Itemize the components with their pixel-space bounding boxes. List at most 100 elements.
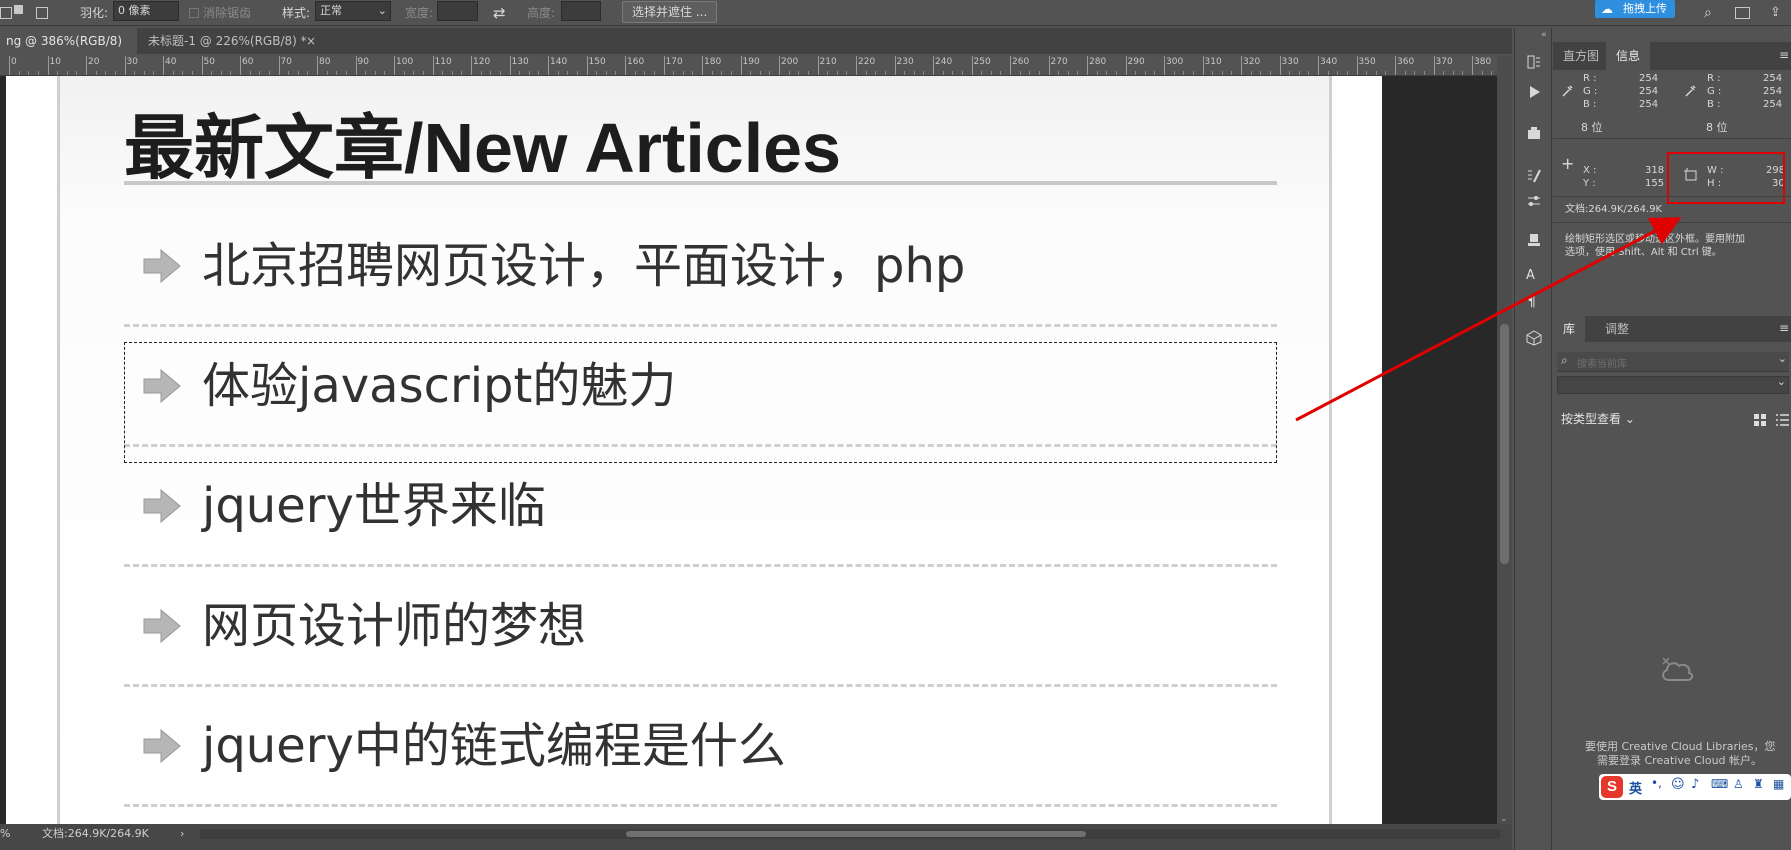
list-item: 北京招聘网页设计，平面设计，php — [124, 206, 1277, 327]
zoom-readout[interactable]: % — [0, 827, 10, 841]
arrow-bullet-icon — [143, 489, 181, 523]
new-selection-icon[interactable] — [0, 7, 12, 19]
cube-icon[interactable] — [1526, 330, 1542, 346]
ruler-tick — [856, 56, 857, 75]
horizontal-ruler: 0 10 20 30 40 50 60 70 80 90 100 110 120 130 140 150 160… — [0, 56, 1500, 76]
bit-depth-label: 8 位 — [1706, 121, 1728, 134]
ruler-tick-label: 70 — [280, 57, 292, 67]
keyboard-icon[interactable]: ⌨ — [1711, 777, 1728, 791]
page-title: 最新文章/New Articles — [124, 109, 842, 187]
workspace-icon[interactable] — [1735, 7, 1750, 19]
width-input[interactable] — [437, 1, 478, 21]
ruler-tick — [817, 56, 819, 75]
tab-info[interactable]: 信息 — [1606, 42, 1651, 70]
clone-source-icon[interactable] — [1526, 232, 1542, 248]
search-placeholder: 搜索当前库 — [1577, 359, 1627, 370]
character-icon[interactable]: A — [1526, 268, 1535, 283]
sogou-logo-icon[interactable]: S — [1601, 776, 1623, 798]
select-and-mask-button[interactable]: 选择并遮住 ... — [622, 1, 718, 23]
style-select[interactable]: 正常 ⌄ — [315, 1, 391, 21]
right-panel: 直方图 信息 ≡ R : G : B : 254 254 254 8 位 R :… — [1553, 28, 1791, 850]
style-label: 样式: — [282, 6, 311, 20]
tab-document-1[interactable]: ng @ 386%(RGB/8) * × — [0, 28, 137, 74]
add-selection-icon[interactable] — [14, 5, 23, 14]
ruler-tick-label: 310 — [1204, 57, 1222, 67]
info-b-value: 254 — [1763, 99, 1783, 110]
tab-adjustments[interactable]: 调整 — [1595, 316, 1639, 342]
intersect-selection-icon[interactable] — [36, 7, 48, 19]
user-icon[interactable]: ♙ — [1733, 777, 1744, 791]
toolbox-icon[interactable]: ▦ — [1773, 777, 1784, 791]
skin-icon[interactable]: ♜ — [1753, 777, 1764, 791]
ime-language-label[interactable]: 英 — [1629, 778, 1642, 797]
scroll-thumb[interactable] — [626, 831, 1086, 837]
chevron-down-icon[interactable]: ⌄ — [1778, 352, 1787, 365]
ruler-tick — [971, 56, 973, 75]
panel-menu-icon[interactable]: ≡ — [1779, 48, 1789, 62]
height-input[interactable] — [561, 1, 601, 21]
brush-icon[interactable] — [1526, 168, 1542, 184]
search-icon[interactable]: ⌕ — [1704, 0, 1712, 26]
upload-button[interactable]: ☁ 拖拽上传 — [1595, 0, 1675, 18]
ruler-tick — [663, 56, 665, 75]
emoji-icon[interactable]: ☺ — [1671, 777, 1685, 792]
antialias-label: 消除锯齿 — [203, 6, 252, 20]
tab-document-2[interactable]: 未标题-1 @ 226%(RGB/8) * × — [142, 28, 322, 54]
eyedropper-icon — [1562, 85, 1573, 97]
ruler-tick — [1087, 56, 1088, 75]
ruler-tick — [1472, 56, 1473, 75]
frame-right-border — [1329, 76, 1332, 824]
ruler-tick-label: 160 — [627, 57, 645, 67]
feather-input[interactable]: 0 像素 — [113, 1, 179, 21]
style-value: 正常 — [320, 4, 342, 17]
library-select[interactable]: ⌄ — [1557, 375, 1789, 394]
paragraph-icon[interactable]: ¶ — [1527, 294, 1536, 310]
cloud-icon: ☁ — [1601, 2, 1613, 16]
panel-icon-strip: « A ¶ — [1514, 28, 1552, 850]
scroll-down-icon[interactable]: ⌄ — [1500, 814, 1508, 824]
ruler-tick-label: 120 — [473, 57, 491, 67]
library-search-input[interactable]: ⌕ 搜索当前库 ⌄ — [1557, 352, 1789, 372]
ruler-tick-label: 150 — [588, 57, 606, 67]
ruler-tick-label: 360 — [1397, 57, 1415, 67]
close-icon[interactable]: × — [306, 28, 316, 54]
canvas-area[interactable]: 最新文章/New Articles 北京招聘网页设计，平面设计，php 体验ja… — [0, 76, 1497, 824]
ruler-tick — [894, 56, 896, 75]
list-view-icon[interactable] — [1775, 413, 1789, 427]
ime-toolbar[interactable]: S 英 •, ☺ ♪ ⌨ ♙ ♜ ▦ — [1599, 774, 1791, 800]
share-icon[interactable]: ⇪ — [1770, 0, 1781, 26]
arrow-bullet-icon — [143, 609, 181, 643]
list-item: jquery中的链式编程是什么 — [124, 686, 1277, 807]
eyedropper-icon — [1685, 85, 1696, 97]
panel-menu-icon[interactable]: ≡ — [1779, 321, 1789, 335]
article-title: jquery世界来临 — [202, 478, 546, 534]
brush-settings-icon[interactable] — [1526, 194, 1542, 210]
document-canvas[interactable]: 最新文章/New Articles 北京招聘网页设计，平面设计，php 体验ja… — [6, 76, 1382, 824]
antialias-checkbox[interactable] — [189, 8, 199, 18]
collapse-icon[interactable]: « — [1541, 30, 1547, 40]
microphone-icon[interactable]: ♪ — [1691, 777, 1699, 792]
scroll-thumb[interactable] — [1500, 324, 1509, 564]
punctuation-icon[interactable]: •, — [1651, 776, 1662, 790]
play-icon[interactable] — [1526, 84, 1542, 100]
ruler-tick-label: 170 — [665, 57, 683, 67]
info-panel-tabs: 直方图 信息 ≡ — [1553, 42, 1791, 70]
tab-libraries[interactable]: 库 — [1553, 316, 1586, 342]
swap-icon[interactable]: ⇄ — [493, 0, 506, 26]
status-menu-arrow[interactable]: › — [180, 827, 184, 841]
ruler-tick-label: 180 — [704, 57, 722, 67]
item-divider — [124, 804, 1277, 807]
list-item: jquery世界来临 — [124, 446, 1277, 567]
tab-histogram[interactable]: 直方图 — [1553, 42, 1609, 70]
properties-icon[interactable] — [1526, 126, 1542, 142]
info-x-value: 318 — [1645, 165, 1665, 176]
status-bar: % 文档:264.9K/264.9K › — [0, 824, 1512, 850]
view-by-type-dropdown[interactable]: 按类型查看 ⌄ — [1561, 410, 1635, 427]
history-icon[interactable] — [1526, 54, 1542, 70]
canvas-horizontal-scrollbar[interactable] — [200, 829, 1500, 839]
ruler-tick-label: 270 — [1050, 57, 1068, 67]
ruler-tick-label: 240 — [935, 57, 953, 67]
tab-label: 未标题-1 @ 226%(RGB/8) * — [148, 34, 307, 48]
grid-view-icon[interactable] — [1753, 413, 1767, 427]
canvas-vertical-scrollbar[interactable]: ⌄ — [1497, 56, 1512, 824]
